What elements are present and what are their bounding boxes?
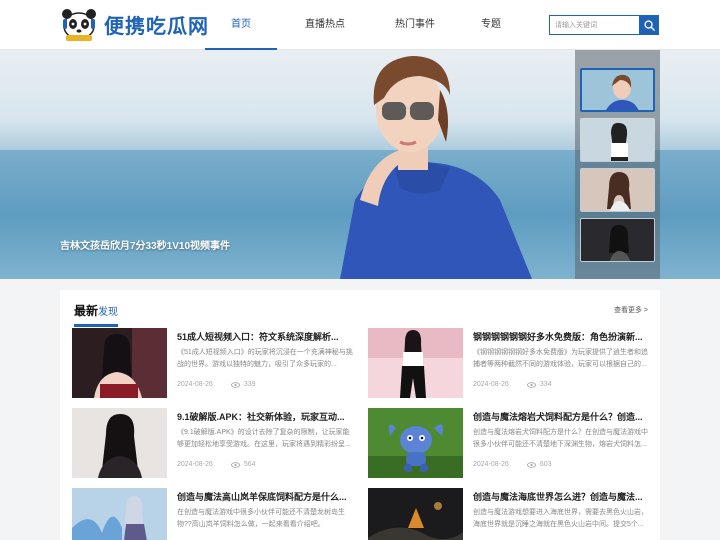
article-date: 2024-08-26 [473, 381, 509, 388]
article-views: 339 [243, 381, 256, 388]
eye-icon [526, 381, 536, 388]
article-meta: 2024-08-26 564 [177, 461, 256, 468]
site-header: 便携吃瓜网 首页 直播热点 热门事件 专题 [0, 0, 720, 50]
site-name: 便携吃瓜网 [104, 13, 209, 38]
hero-banner[interactable]: 吉林文孩岳欣月7分33秒1V10视频事件 [0, 50, 720, 279]
article-meta: 2024-08-26 334 [473, 381, 552, 388]
section-title-main: 最新 [74, 304, 99, 318]
article-desc: 《51成人短视频入口》的玩家将沉浸在一个充满神秘与挑战的世界。游戏以独特的魅力，… [177, 349, 353, 368]
article-date: 2024-08-26 [177, 461, 213, 468]
article-card[interactable]: 创造与魔法高山岚羊保底饲料配方是什么... 在创造与魔法游戏中很多小伙伴可能还不… [72, 488, 357, 540]
banner-thumb-3[interactable] [580, 168, 655, 212]
article-date: 2024-08-26 [473, 461, 509, 468]
article-title[interactable]: 9.1破解版.APK：社交新体验，玩家互动... [177, 410, 355, 423]
article-title[interactable]: 创造与魔法海底世界怎么进？创造与魔法... [473, 490, 651, 503]
main-nav: 首页 直播热点 热门事件 专题 [205, 0, 527, 50]
section-title: 最新发现 [74, 302, 118, 319]
article-title[interactable]: 钢钢钢钢钢钢好多水免费版：角色扮演新... [473, 330, 651, 343]
nav-live-hot[interactable]: 直播热点 [281, 0, 369, 50]
latest-section: 最新发现 查看更多 > 51成人短视频入口：符文系统深度解析... 《51成人短… [60, 290, 660, 540]
article-thumbnail[interactable] [72, 488, 167, 540]
article-title[interactable]: 51成人短视频入口：符文系统深度解析... [177, 330, 355, 343]
article-card[interactable]: 9.1破解版.APK：社交新体验，玩家互动... 《9.1破解版.APK》的设计… [72, 408, 357, 480]
banner-thumb-1[interactable] [580, 68, 655, 112]
article-thumbnail[interactable] [368, 488, 463, 540]
article-views: 334 [539, 381, 552, 388]
eye-icon [230, 461, 240, 468]
eye-icon [230, 381, 240, 388]
section-heading: 最新发现 [74, 302, 118, 327]
article-desc: 在创造与魔法游戏中很多小伙伴可能还不清楚龙树岛生物??高山岚羊饲料怎么做，一起来… [177, 509, 345, 528]
article-desc: 《9.1破解版.APK》的设计去除了复杂的限制，让玩家能够更加轻松地享受游戏。在… [177, 429, 351, 448]
article-thumbnail[interactable] [368, 408, 463, 478]
site-logo[interactable]: 便携吃瓜网 [60, 2, 209, 46]
article-meta: 2024-08-26 603 [473, 461, 552, 468]
article-thumbnail[interactable] [368, 328, 463, 398]
section-underline [74, 324, 118, 327]
article-card[interactable]: 钢钢钢钢钢钢好多水免费版：角色扮演新... 《钢钢钢钢钢钢好多水免费版》为玩家提… [368, 328, 653, 400]
article-views: 603 [539, 461, 552, 468]
article-thumbnail[interactable] [72, 328, 167, 398]
search-input[interactable] [549, 15, 639, 35]
banner-photo-woman [340, 56, 532, 279]
article-title[interactable]: 创造与魔法高山岚羊保底饲料配方是什么... [177, 490, 355, 503]
banner-thumbnail-panel [575, 50, 660, 279]
article-thumbnail[interactable] [72, 408, 167, 478]
nav-home[interactable]: 首页 [205, 0, 277, 50]
article-desc: 《钢钢钢钢钢钢好多水免费版》为玩家提供了逍生者和追捕者等两种截然不同的游戏体验，… [473, 349, 648, 368]
article-views: 564 [243, 461, 256, 468]
eye-icon [526, 461, 536, 468]
article-card[interactable]: 创造与魔法海底世界怎么进？创造与魔法... 创造与魔法游戏想要进入海底世界，需要… [368, 488, 653, 540]
article-date: 2024-08-26 [177, 381, 213, 388]
search-box [549, 15, 659, 35]
nav-topics[interactable]: 专题 [455, 0, 527, 50]
nav-hot-events[interactable]: 热门事件 [379, 0, 451, 50]
article-card[interactable]: 创造与魔法熔岩犬饲料配方是什么？创造... 创造与魔法熔岩犬饲料配方是什么？在创… [368, 408, 653, 480]
article-desc: 创造与魔法游戏想要进入海底世界，需要去黑色火山岩，海底世界就是沉睡之海就在黑色火… [473, 509, 648, 528]
search-button[interactable] [639, 15, 659, 35]
banner-thumb-4[interactable] [580, 218, 655, 262]
search-icon [643, 19, 655, 31]
article-desc: 创造与魔法熔岩犬饲料配方是什么？在创造与魔法游戏中很多小伙伴可能还不清楚地下深渊… [473, 429, 648, 448]
banner-caption[interactable]: 吉林文孩岳欣月7分33秒1V10视频事件 [60, 237, 230, 252]
article-meta: 2024-08-26 339 [177, 381, 256, 388]
section-title-sub: 发现 [98, 307, 119, 318]
article-title[interactable]: 创造与魔法熔岩犬饲料配方是什么？创造... [473, 410, 651, 423]
article-card[interactable]: 51成人短视频入口：符文系统深度解析... 《51成人短视频入口》的玩家将沉浸在… [72, 328, 357, 400]
banner-thumb-2[interactable] [580, 118, 655, 162]
panda-logo-icon [60, 5, 98, 43]
view-more-link[interactable]: 查看更多 > [614, 305, 648, 315]
